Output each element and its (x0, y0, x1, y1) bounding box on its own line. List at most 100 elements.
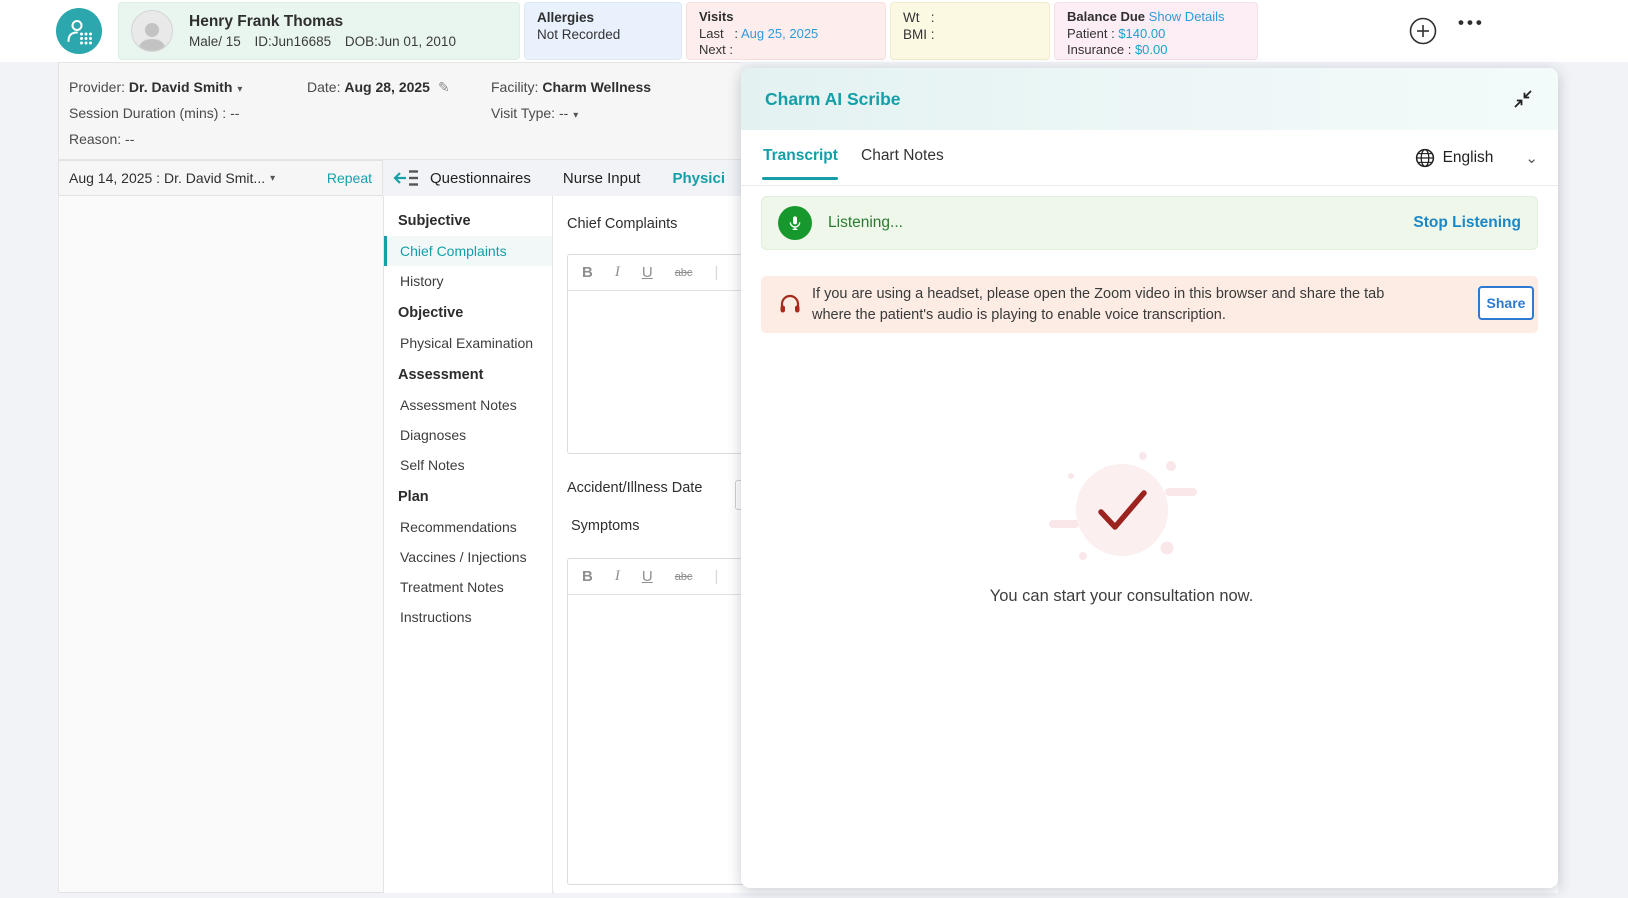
nav-item-assessment-notes[interactable]: Assessment Notes (384, 390, 552, 420)
language-selector[interactable]: English ⌄ (1415, 130, 1538, 186)
arrow-left-lines-icon (393, 167, 419, 189)
scribe-tab-bar: Transcript Chart Notes English ⌄ (741, 130, 1558, 186)
nav-item-self-notes[interactable]: Self Notes (384, 450, 552, 480)
microphone-badge (778, 206, 812, 240)
underline-icon[interactable]: U (642, 264, 653, 281)
bmi-label: BMI : (903, 26, 1037, 43)
visits-card: Visits Last : Aug 25, 2025 Next : (686, 2, 886, 60)
language-value: English (1443, 149, 1494, 167)
vitals-card: Wt : BMI : (890, 2, 1050, 60)
soap-section-nav: Subjective Chief Complaints History Obje… (383, 196, 553, 893)
provider-label: Provider: (69, 79, 125, 95)
provider-select[interactable]: Provider: Dr. David Smith ▾ (69, 79, 242, 95)
chief-complaints-label: Chief Complaints (567, 216, 677, 232)
session-duration-value: -- (230, 105, 239, 121)
nav-item-treatment-notes[interactable]: Treatment Notes (384, 572, 552, 602)
encounter-selector-dropdown[interactable]: Aug 14, 2025 : Dr. David Smit... ▾ Repea… (58, 160, 383, 196)
nav-item-recommendations[interactable]: Recommendations (384, 512, 552, 542)
microphone-icon (787, 215, 803, 231)
strikethrough-icon[interactable]: abc (675, 571, 693, 583)
visit-type-value: -- (559, 105, 568, 121)
accident-illness-date-label: Accident/Illness Date (567, 480, 702, 496)
collapse-panel-button[interactable] (1512, 88, 1534, 110)
caret-down-icon: ▾ (237, 84, 242, 95)
plus-circle-icon (1409, 17, 1437, 45)
repeat-link[interactable]: Repeat (327, 170, 372, 186)
tab-physician[interactable]: Physici (672, 170, 725, 187)
date-value: Aug 28, 2025 (344, 79, 430, 95)
visits-last-label: Last : (699, 26, 738, 41)
patient-card[interactable]: Henry Frank Thomas Male/ 15 ID:Jun16685 … (118, 2, 520, 60)
visits-next-label: Next : (699, 42, 873, 59)
collapse-sidebar-button[interactable] (393, 167, 419, 189)
add-button[interactable] (1409, 17, 1437, 45)
nav-item-vaccines-injections[interactable]: Vaccines / Injections (384, 542, 552, 572)
patient-details: Male/ 15 ID:Jun16685 DOB:Jun 01, 2010 (189, 33, 466, 50)
listening-status-bar: Listening... Stop Listening (761, 196, 1538, 250)
nav-item-chief-complaints[interactable]: Chief Complaints (384, 236, 552, 266)
visit-type-label: Visit Type: (491, 105, 555, 121)
balance-insurance-label: Insurance : (1067, 42, 1131, 57)
caret-down-icon: ▾ (573, 110, 578, 121)
encounter-selector-label: Aug 14, 2025 : Dr. David Smit... (69, 170, 265, 186)
reason-value: -- (125, 131, 134, 147)
nav-section-assessment: Assessment (384, 358, 552, 390)
balance-patient-value: $140.00 (1118, 26, 1165, 41)
bold-icon[interactable]: B (582, 568, 593, 585)
stop-listening-button[interactable]: Stop Listening (1413, 214, 1521, 232)
nav-item-diagnoses[interactable]: Diagnoses (384, 420, 552, 450)
weight-label: Wt : (903, 9, 1037, 26)
italic-icon[interactable]: I (615, 568, 620, 585)
toolbar-separator: | (714, 568, 718, 585)
underline-icon[interactable]: U (642, 568, 653, 585)
listening-status-text: Listening... (828, 214, 903, 232)
patient-contact-button[interactable] (56, 8, 102, 54)
patient-dob: DOB:Jun 01, 2010 (345, 34, 456, 49)
headphones-icon (778, 292, 802, 321)
edit-pencil-icon[interactable]: ✎ (438, 79, 450, 95)
ai-scribe-panel: Charm AI Scribe Transcript Chart Notes (741, 68, 1558, 888)
balance-title: Balance Due (1067, 9, 1145, 24)
person-silhouette-icon (135, 19, 169, 51)
checkmark-illustration (1037, 448, 1207, 578)
patient-name: Henry Frank Thomas (189, 13, 466, 30)
share-button[interactable]: Share (1478, 286, 1534, 320)
tab-questionnaires[interactable]: Questionnaires (430, 170, 531, 187)
scribe-tab-chart-notes[interactable]: Chart Notes (861, 147, 944, 165)
nav-section-objective: Objective (384, 296, 552, 328)
facility-value: Charm Wellness (542, 79, 651, 95)
balance-show-details-link[interactable]: Show Details (1149, 9, 1225, 24)
nav-section-plan: Plan (384, 480, 552, 512)
headset-notice: If you are using a headset, please open … (761, 276, 1538, 333)
encounter-date-field[interactable]: Date: Aug 28, 2025✎ (307, 79, 450, 96)
visits-last-date-link[interactable]: Aug 25, 2025 (741, 26, 818, 41)
tab-nurse-input[interactable]: Nurse Input (563, 170, 641, 187)
session-duration-field: Session Duration (mins) : -- (69, 105, 239, 121)
bold-icon[interactable]: B (582, 264, 593, 281)
allergies-card[interactable]: Allergies Not Recorded (524, 2, 682, 60)
italic-icon[interactable]: I (615, 264, 620, 281)
chevron-down-icon: ⌄ (1525, 149, 1538, 167)
allergies-title: Allergies (537, 9, 669, 26)
more-options-button[interactable]: ••• (1458, 13, 1485, 33)
patient-id: ID:Jun16685 (255, 34, 332, 49)
nav-item-physical-examination[interactable]: Physical Examination (384, 328, 552, 358)
facility-field: Facility: Charm Wellness (491, 79, 651, 95)
nav-item-instructions[interactable]: Instructions (384, 602, 552, 632)
patient-sex-age: Male/ 15 (189, 34, 241, 49)
patient-avatar (131, 10, 173, 52)
strikethrough-icon[interactable]: abc (675, 267, 693, 279)
transcript-empty-state: You can start your consultation now. (741, 448, 1502, 606)
balance-patient-label: Patient : (1067, 26, 1115, 41)
provider-value: Dr. David Smith (129, 79, 232, 95)
encounter-list-panel (58, 196, 383, 893)
empty-state-message: You can start your consultation now. (741, 587, 1502, 606)
encounter-info-bar: Provider: Dr. David Smith▾ Date: Aug 28,… (58, 62, 741, 160)
balance-insurance-value: $0.00 (1135, 42, 1168, 57)
nav-section-subjective: Subjective (384, 204, 552, 236)
visit-type-select[interactable]: Visit Type: -- ▾ (491, 105, 578, 121)
toolbar-separator: | (714, 264, 718, 281)
scribe-tab-transcript[interactable]: Transcript (763, 147, 838, 165)
caret-down-icon: ▾ (270, 173, 275, 184)
nav-item-history[interactable]: History (384, 266, 552, 296)
